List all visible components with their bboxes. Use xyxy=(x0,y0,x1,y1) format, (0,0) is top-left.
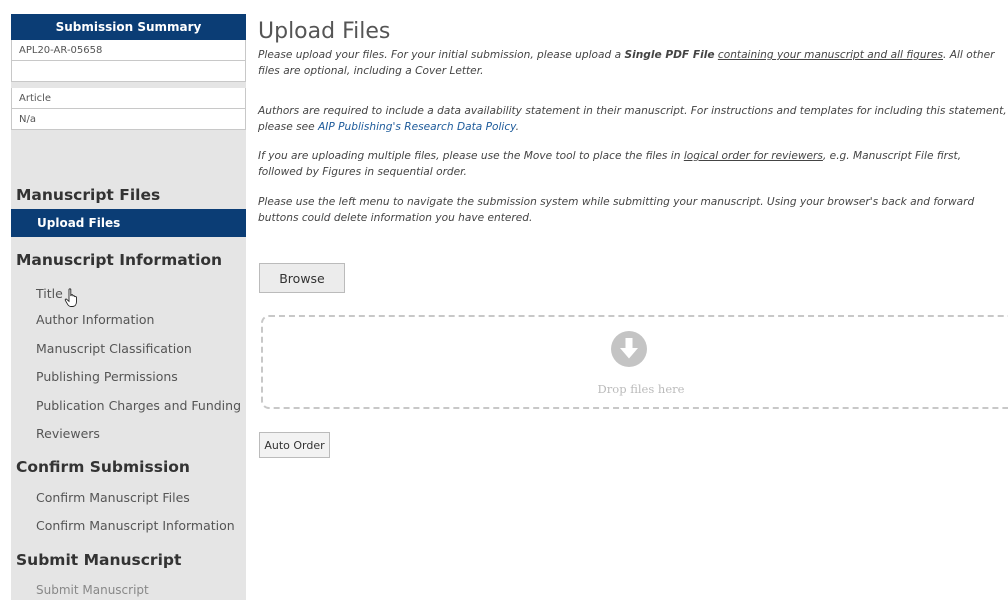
nav-reviewers[interactable]: Reviewers xyxy=(36,426,100,441)
logical-order-link[interactable]: logical order for reviewers xyxy=(684,150,823,162)
summary-empty-row xyxy=(11,61,246,82)
submit-manuscript-heading: Submit Manuscript xyxy=(16,551,182,569)
file-drop-zone[interactable]: Drop files here xyxy=(261,315,1008,409)
instructions-paragraph-1: Please upload your files. For your initi… xyxy=(258,49,995,77)
nav-title[interactable]: Title xyxy=(36,286,63,301)
confirm-submission-heading: Confirm Submission xyxy=(16,458,190,476)
article-type: Article xyxy=(11,88,246,109)
manuscript-information-heading: Manuscript Information xyxy=(16,251,223,269)
nav-upload-files[interactable]: Upload Files xyxy=(11,209,246,237)
section-value: N/a xyxy=(11,109,246,130)
nav-confirm-files[interactable]: Confirm Manuscript Files xyxy=(36,490,190,505)
main-content: Upload Files Please upload your files. F… xyxy=(258,0,1008,600)
nav-publishing-permissions[interactable]: Publishing Permissions xyxy=(36,369,178,384)
hand-cursor-icon xyxy=(64,288,77,307)
submission-summary-heading: Submission Summary xyxy=(11,14,246,40)
download-arrow-icon xyxy=(611,331,647,367)
research-data-policy-link[interactable]: AIP Publishing's Research Data Policy xyxy=(318,121,516,133)
page-title: Upload Files xyxy=(258,19,391,44)
manuscript-files-heading: Manuscript Files xyxy=(16,186,161,204)
instructions-paragraph-3: If you are uploading multiple files, ple… xyxy=(258,150,962,178)
left-sidebar: Submission Summary APL20-AR-05658 Articl… xyxy=(11,14,246,600)
instructions-paragraph-4: Please use the left menu to navigate the… xyxy=(258,196,975,224)
manuscript-id: APL20-AR-05658 xyxy=(11,40,246,61)
nav-submit-manuscript: Submit Manuscript xyxy=(36,583,149,597)
drop-files-label: Drop files here xyxy=(597,382,685,396)
nav-author-information[interactable]: Author Information xyxy=(36,312,154,327)
instructions-paragraph-2: Authors are required to include a data a… xyxy=(258,105,1007,133)
nav-confirm-information[interactable]: Confirm Manuscript Information xyxy=(36,518,235,533)
nav-manuscript-classification[interactable]: Manuscript Classification xyxy=(36,341,192,356)
nav-publication-charges[interactable]: Publication Charges and Funding xyxy=(36,398,241,413)
browse-button[interactable]: Browse xyxy=(259,263,345,293)
auto-order-button[interactable]: Auto Order xyxy=(259,432,330,458)
